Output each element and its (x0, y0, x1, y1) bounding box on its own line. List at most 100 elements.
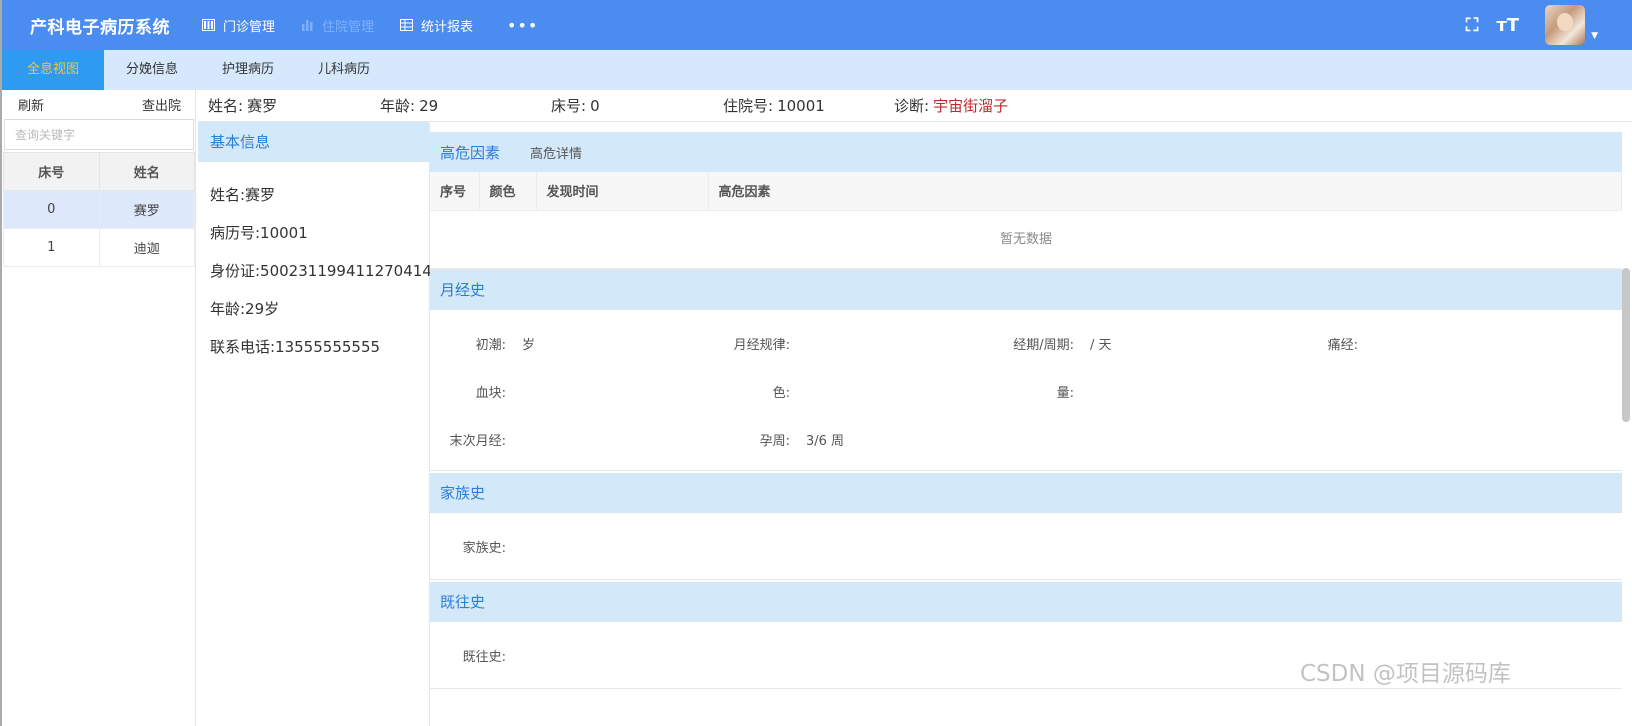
font-size-icon[interactable]: ᴛT (1496, 15, 1519, 36)
table-row[interactable]: 0 赛罗 (3, 190, 195, 229)
column-header-risk-factor: 高危因素 (708, 172, 1622, 211)
family-history-fields: 家族史: (430, 513, 1622, 579)
table-header: 序号 颜色 发现时间 高危因素 (430, 172, 1622, 211)
menarche-field: 初潮: 岁 (430, 334, 535, 353)
table-icon (400, 19, 414, 31)
risk-factors-title: 高危因素 (440, 143, 501, 162)
nav-outpatient[interactable]: 门诊管理 (202, 16, 275, 35)
bed-table: 床号 姓名 0 赛罗 1 迪迦 (3, 152, 195, 267)
columns-icon (202, 19, 215, 31)
age-label: 年龄: (380, 97, 416, 115)
name-label: 姓名: (208, 97, 244, 115)
refresh-button[interactable]: 刷新 (18, 95, 44, 114)
record-content: 高危因素 高危详情 序号 颜色 发现时间 高危因素 暂无数据 月经史 初潮: 岁 … (430, 122, 1622, 726)
content-scrollbar[interactable] (1622, 268, 1630, 422)
patient-age-field: 年龄: 29 (370, 95, 541, 116)
empty-state: 暂无数据 (430, 211, 1622, 269)
basic-info-phone: 联系电话:13555555555 (210, 338, 381, 356)
past-history-field: 既往史: (430, 646, 506, 665)
table-row[interactable]: 1 迪迦 (3, 228, 195, 267)
risk-table: 序号 颜色 发现时间 高危因素 (430, 172, 1622, 211)
patient-list-panel: 刷新 查出院 床号 姓名 0 赛罗 1 迪迦 (2, 90, 196, 726)
list-actions: 刷新 查出院 (2, 90, 195, 119)
past-history-header: 既往史 (430, 581, 1622, 622)
bed-number-cell: 1 (3, 228, 100, 267)
dysmenorrhea-label: 痛经: (1327, 337, 1358, 353)
risk-details-link[interactable]: 高危详情 (530, 143, 582, 162)
diagnosis-field: 诊断: 宇宙街溜子 (884, 95, 1008, 116)
period-cycle-field: 经期/周期: / 天 (950, 334, 1111, 353)
color-field: 色: (670, 382, 790, 401)
app-window: 产科电子病历系统 门诊管理 住院管理 统计报表 ••• ⛶ ᴛT ▼ 全息视图 (0, 0, 1632, 726)
tab-delivery-info[interactable]: 分娩信息 (104, 50, 200, 90)
column-header-name: 姓名 (98, 152, 195, 191)
discharged-button[interactable]: 查出院 (142, 95, 181, 114)
header-tools: ⛶ ᴛT ▼ (1448, 0, 1598, 50)
family-history-label: 家族史: (462, 540, 506, 556)
top-bar: 产科电子病历系统 门诊管理 住院管理 统计报表 ••• ⛶ ᴛT ▼ (2, 0, 1632, 50)
dysmenorrhea-field: 痛经: (1250, 334, 1358, 353)
tab-holographic-view[interactable]: 全息视图 (2, 50, 104, 90)
regularity-label: 月经规律: (733, 337, 790, 353)
family-history-field: 家族史: (430, 537, 506, 556)
diagnosis-value: 宇宙街溜子 (933, 97, 1009, 115)
search-input[interactable] (4, 119, 194, 150)
table-header: 床号 姓名 (3, 152, 195, 191)
bed-label: 床号: (551, 97, 587, 115)
basic-info-list: 姓名:赛罗 病历号:10001 身份证:500231199411270414 年… (198, 162, 432, 366)
risk-factors-header: 高危因素 高危详情 (430, 132, 1622, 172)
patient-bed-field: 床号: 0 (541, 95, 713, 116)
column-header-bed: 床号 (3, 152, 100, 191)
tab-pediatric-record[interactable]: 儿科病历 (296, 50, 392, 90)
nav-reports-label: 统计报表 (421, 19, 474, 35)
more-menu-button[interactable]: ••• (507, 16, 538, 35)
volume-label: 量: (1056, 385, 1074, 401)
column-header-index: 序号 (430, 172, 480, 211)
menarche-label: 初潮: (475, 337, 506, 353)
past-history-title: 既往史 (440, 593, 486, 611)
nav-inpatient[interactable]: 住院管理 (301, 16, 374, 35)
lmp-field: 末次月经: (430, 430, 506, 449)
menstrual-history-section: 月经史 初潮: 岁 月经规律: 经期/周期: / 天 痛经: 血块: 色: 量: 末… (430, 269, 1622, 471)
avatar[interactable] (1545, 5, 1586, 45)
basic-info-age: 年龄:29岁 (210, 300, 280, 318)
patient-name-cell: 赛罗 (98, 190, 195, 229)
menstrual-history-header: 月经史 (430, 269, 1622, 310)
family-history-section: 家族史 家族史: (430, 472, 1622, 580)
column-header-color: 颜色 (479, 172, 537, 211)
regularity-field: 月经规律: (670, 334, 806, 353)
color-label: 色: (772, 385, 790, 401)
family-history-title: 家族史 (440, 484, 486, 502)
risk-factors-section: 高危因素 高危详情 序号 颜色 发现时间 高危因素 暂无数据 (430, 132, 1622, 270)
menarche-value: 岁 (522, 337, 536, 353)
diagnosis-label: 诊断: (894, 97, 930, 115)
period-cycle-label: 经期/周期: (1013, 337, 1074, 353)
bed-number-cell: 0 (3, 190, 100, 229)
gestational-week-label: 孕周: (759, 433, 790, 449)
gestational-week-value: 3/6 周 (806, 433, 845, 449)
basic-info-id-card: 身份证:500231199411270414 (210, 262, 432, 280)
volume-field: 量: (950, 382, 1074, 401)
view-tabs: 全息视图 分娩信息 护理病历 儿科病历 (2, 50, 1632, 90)
watermark: CSDN @项目源码库 (1300, 661, 1511, 687)
basic-info-record-number: 病历号:10001 (210, 224, 308, 242)
basic-info-title: 基本信息 (198, 122, 429, 162)
clot-field: 血块: (430, 382, 506, 401)
menstrual-fields: 初潮: 岁 月经规律: 经期/周期: / 天 痛经: 血块: 色: 量: 末次月经:… (430, 310, 1622, 470)
lmp-label: 末次月经: (449, 433, 506, 449)
bar-chart-icon (302, 20, 313, 31)
patient-name-field: 姓名: 赛罗 (198, 95, 370, 116)
caret-down-icon[interactable]: ▼ (1591, 31, 1598, 41)
nav-reports[interactable]: 统计报表 (400, 16, 473, 35)
app-title: 产科电子病历系统 (30, 17, 170, 38)
menstrual-history-title: 月经史 (440, 281, 486, 299)
patient-name-cell: 迪迦 (98, 228, 195, 267)
admission-number-field: 住院号: 10001 (713, 95, 884, 116)
nav-inpatient-label: 住院管理 (322, 19, 375, 35)
admission-value: 10001 (777, 97, 825, 115)
tab-nursing-record[interactable]: 护理病历 (200, 50, 296, 90)
column-header-found-time: 发现时间 (536, 172, 709, 211)
fullscreen-icon[interactable]: ⛶ (1466, 15, 1479, 36)
basic-info-panel: 基本信息 姓名:赛罗 病历号:10001 身份证:500231199411270… (198, 122, 432, 726)
patient-summary-bar: 姓名: 赛罗 年龄: 29 床号: 0 住院号: 10001 诊断: 宇宙街溜子 (198, 90, 1632, 122)
